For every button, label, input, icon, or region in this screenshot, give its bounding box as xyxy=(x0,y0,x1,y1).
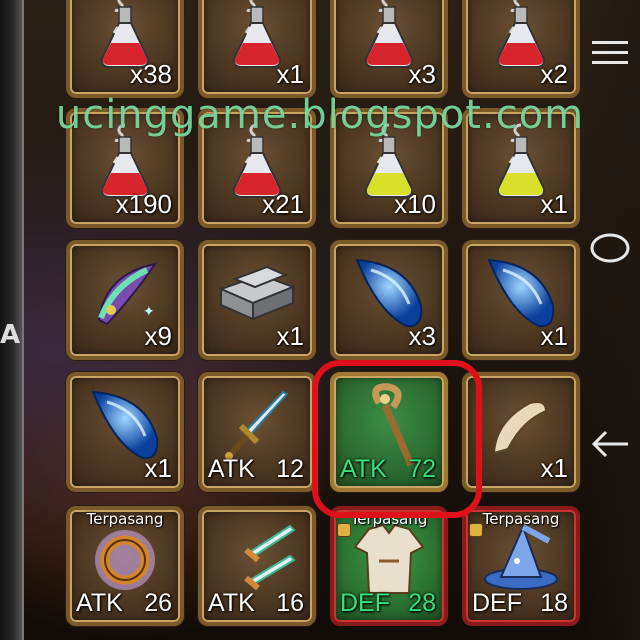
item-count: x1 xyxy=(144,453,172,483)
inventory-slot[interactable]: ✦ x9 xyxy=(66,240,184,360)
item-count: x190 xyxy=(115,189,172,219)
stat-value: 18 xyxy=(540,589,568,617)
home-button[interactable] xyxy=(584,228,636,268)
item-count: x3 xyxy=(408,59,436,89)
stat-label: ATK xyxy=(208,589,255,617)
inventory-slot[interactable]: Terpasang ATK 26 xyxy=(66,506,184,626)
inventory-slot[interactable]: x3 xyxy=(330,0,448,98)
stat-label: ATK xyxy=(208,455,255,483)
inventory-slot[interactable]: x1 xyxy=(198,240,316,360)
item-count: x21 xyxy=(262,189,304,219)
left-edge-letter: A xyxy=(0,320,21,350)
stat-label: DEF xyxy=(472,589,522,617)
back-arrow-icon xyxy=(591,430,628,458)
item-count: x3 xyxy=(408,321,436,351)
stat-value: 12 xyxy=(276,455,304,483)
item-count: x10 xyxy=(394,189,436,219)
item-count: x1 xyxy=(276,59,304,89)
equipped-tag: Terpasang xyxy=(86,510,164,528)
item-count: x1 xyxy=(276,321,304,351)
circle-home-icon xyxy=(590,233,630,263)
inventory-slot[interactable]: Terpasang DEF 18 xyxy=(462,506,580,626)
item-stat: DEF 28 xyxy=(340,589,436,618)
inventory-slot[interactable]: x1 xyxy=(66,372,184,492)
stat-label: DEF xyxy=(340,589,390,617)
item-count: x9 xyxy=(144,321,172,351)
inventory-slot[interactable]: Terpasang DEF 28 xyxy=(330,506,448,626)
inventory-slot[interactable]: x2 xyxy=(462,0,580,98)
item-count: x38 xyxy=(130,59,172,89)
stat-label: ATK xyxy=(76,589,123,617)
selection-highlight-circle xyxy=(312,360,482,518)
stat-value: 26 xyxy=(144,589,172,617)
inventory-slot[interactable]: x1 xyxy=(462,240,580,360)
stat-value: 28 xyxy=(408,589,436,617)
item-count: x1 xyxy=(540,189,568,219)
item-count: x1 xyxy=(540,321,568,351)
item-count: x2 xyxy=(540,59,568,89)
item-stat: ATK 12 xyxy=(208,455,304,484)
lock-icon xyxy=(470,524,482,536)
inventory-slot[interactable]: x38 xyxy=(66,0,184,98)
inventory-slot[interactable]: ATK 16 xyxy=(198,506,316,626)
stat-value: 16 xyxy=(276,589,304,617)
svg-text:✦: ✦ xyxy=(143,304,155,320)
inventory-slot[interactable]: ATK 12 xyxy=(198,372,316,492)
item-stat: ATK 26 xyxy=(76,589,172,618)
menu-button[interactable] xyxy=(584,36,636,70)
equipped-tag: Terpasang xyxy=(482,510,560,528)
lock-icon xyxy=(338,524,350,536)
inventory-slot[interactable]: x1 xyxy=(198,0,316,98)
hamburger-menu-icon xyxy=(592,41,628,64)
item-count: x1 xyxy=(540,453,568,483)
inventory-slot[interactable]: x3 xyxy=(330,240,448,360)
watermark-text: ucinggame.blogspot.com xyxy=(55,92,585,138)
back-button[interactable] xyxy=(584,424,636,464)
item-stat: DEF 18 xyxy=(472,589,568,618)
item-stat: ATK 16 xyxy=(208,589,304,618)
